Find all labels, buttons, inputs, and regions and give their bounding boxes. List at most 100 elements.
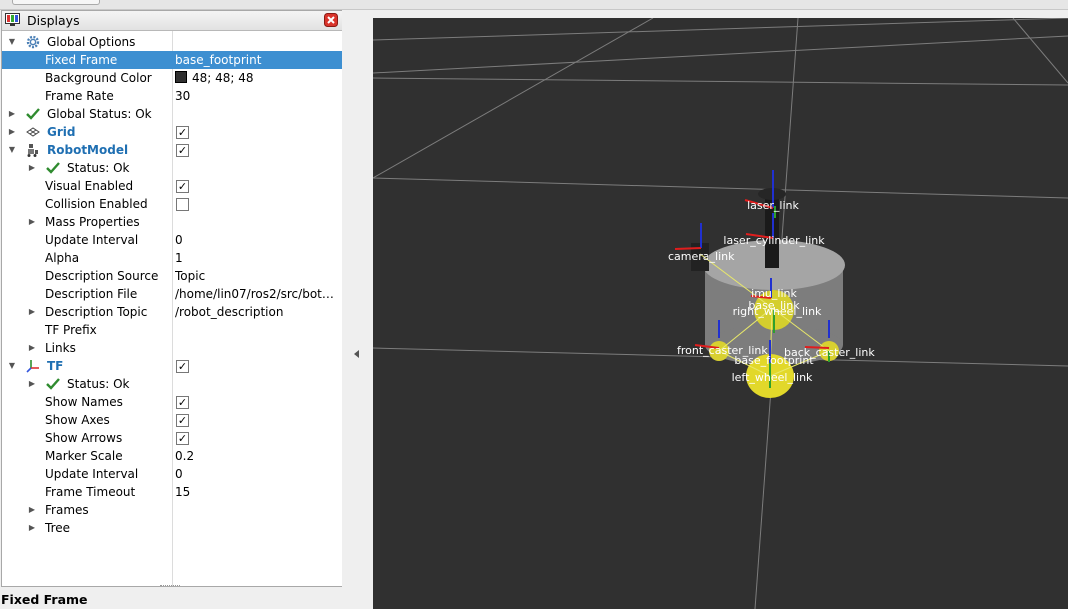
- row-label: Global Options: [47, 35, 136, 49]
- tree-row-tf[interactable]: ▼ TF ✓: [2, 357, 342, 375]
- show-axes-checkbox[interactable]: ✓: [176, 414, 189, 427]
- tree-row-mass-properties[interactable]: ▶ Mass Properties: [2, 213, 342, 231]
- tree-row-fixed-frame[interactable]: Fixed Frame base_footprint: [2, 51, 342, 69]
- row-label: Update Interval: [45, 467, 139, 481]
- row-label: Status: Ok: [67, 161, 130, 175]
- tree-row-frames[interactable]: ▶ Frames: [2, 501, 342, 519]
- viewport-canvas[interactable]: laser_link laser_cylinder_link camera_li…: [373, 18, 1068, 609]
- tree-row-frame-timeout[interactable]: Frame Timeout 15: [2, 483, 342, 501]
- checkmark-icon: [46, 378, 60, 390]
- frame-label-laser: laser_link: [747, 199, 799, 212]
- background-color-value[interactable]: 48; 48; 48: [175, 69, 339, 87]
- row-label: Show Names: [45, 395, 123, 409]
- tree-row-global-status[interactable]: ▶ Global Status: Ok: [2, 105, 342, 123]
- robot-icon: [27, 144, 38, 157]
- frame-label-camera: camera_link: [668, 250, 735, 263]
- robot-body: [691, 188, 845, 365]
- tree-row-marker-scale[interactable]: Marker Scale 0.2: [2, 447, 342, 465]
- row-label: Fixed Frame: [45, 53, 118, 67]
- collapsed-arrow-icon[interactable]: ▶: [27, 159, 37, 177]
- frame-label-left-wheel: left_wheel_link: [732, 371, 813, 384]
- panel-resize-grip[interactable]: [160, 585, 180, 589]
- fixed-frame-value[interactable]: base_footprint: [175, 51, 339, 69]
- tree-row-frame-rate[interactable]: Frame Rate 30: [2, 87, 342, 105]
- collapsed-arrow-icon[interactable]: ▶: [27, 501, 37, 519]
- tree-row-alpha[interactable]: Alpha 1: [2, 249, 342, 267]
- checkmark-icon: [26, 108, 40, 120]
- color-text: 48; 48; 48: [192, 71, 254, 85]
- tree-row-visual-enabled[interactable]: Visual Enabled ✓: [2, 177, 342, 195]
- tree-row-description-source[interactable]: Description Source Topic: [2, 267, 342, 285]
- row-label: Global Status: Ok: [47, 107, 152, 121]
- tree-row-show-axes[interactable]: Show Axes ✓: [2, 411, 342, 429]
- tree-row-update-interval[interactable]: Update Interval 0: [2, 231, 342, 249]
- show-names-checkbox[interactable]: ✓: [176, 396, 189, 409]
- top-toolbar-strip: [0, 0, 1068, 10]
- tree-row-robot-model[interactable]: ▼ RobotModel ✓: [2, 141, 342, 159]
- row-label: Frames: [45, 503, 89, 517]
- collapsed-arrow-icon[interactable]: ▶: [27, 213, 37, 231]
- update-interval-value[interactable]: 0: [175, 231, 339, 249]
- marker-scale-value[interactable]: 0.2: [175, 447, 339, 465]
- row-label: Update Interval: [45, 233, 139, 247]
- tree-row-description-file[interactable]: Description File /home/lin07/ros2/src/bo…: [2, 285, 342, 303]
- expanded-arrow-icon[interactable]: ▼: [7, 357, 17, 375]
- tf-update-interval-value[interactable]: 0: [175, 465, 339, 483]
- tree-row-background-color[interactable]: Background Color 48; 48; 48: [2, 69, 342, 87]
- monitor-icon: [5, 13, 20, 26]
- 3d-viewport[interactable]: laser_link laser_cylinder_link camera_li…: [373, 18, 1068, 609]
- displays-panel: Displays ▼ Global Options Fixed Frame ba…: [1, 10, 343, 587]
- displays-titlebar: Displays: [2, 11, 342, 31]
- collapsed-arrow-icon[interactable]: ▶: [27, 519, 37, 537]
- row-label: Status: Ok: [67, 377, 130, 391]
- tree-row-show-arrows[interactable]: Show Arrows ✓: [2, 429, 342, 447]
- collapsed-arrow-icon[interactable]: ▶: [27, 375, 37, 393]
- grid-enabled-checkbox[interactable]: ✓: [176, 126, 189, 139]
- tree-row-links[interactable]: ▶ Links: [2, 339, 342, 357]
- tree-row-show-names[interactable]: Show Names ✓: [2, 393, 342, 411]
- row-label: Frame Rate: [45, 89, 114, 103]
- collapsed-arrow-icon[interactable]: ▶: [7, 105, 17, 123]
- tree-row-tree[interactable]: ▶ Tree: [2, 519, 342, 537]
- panel-splitter[interactable]: [342, 10, 372, 609]
- robot-model-enabled-checkbox[interactable]: ✓: [176, 144, 189, 157]
- tree-row-description-topic[interactable]: ▶ Description Topic /robot_description: [2, 303, 342, 321]
- collision-enabled-checkbox[interactable]: [176, 198, 189, 211]
- tree-row-global-options[interactable]: ▼ Global Options: [2, 33, 342, 51]
- collapsed-arrow-icon[interactable]: ▶: [27, 339, 37, 357]
- description-topic-value[interactable]: /robot_description: [175, 303, 339, 321]
- tree-row-tf-update-interval[interactable]: Update Interval 0: [2, 465, 342, 483]
- row-label: Links: [45, 341, 76, 355]
- alpha-value[interactable]: 1: [175, 249, 339, 267]
- expanded-arrow-icon[interactable]: ▼: [7, 141, 17, 159]
- grid-icon: [26, 127, 40, 137]
- description-source-value[interactable]: Topic: [175, 267, 339, 285]
- description-file-value[interactable]: /home/lin07/ros2/src/bot…: [175, 285, 339, 303]
- collapse-left-arrow-icon[interactable]: [354, 350, 359, 358]
- row-label: Description File: [45, 287, 138, 301]
- close-icon[interactable]: [324, 13, 338, 27]
- frame-timeout-value[interactable]: 15: [175, 483, 339, 501]
- row-label: Collision Enabled: [45, 197, 148, 211]
- frame-label-laser-cylinder: laser_cylinder_link: [723, 234, 825, 247]
- collapsed-arrow-icon[interactable]: ▶: [27, 303, 37, 321]
- toolbar-tab[interactable]: [12, 0, 100, 5]
- row-label: Background Color: [45, 71, 152, 85]
- color-swatch[interactable]: [175, 71, 187, 83]
- row-label: Tree: [45, 521, 71, 535]
- row-label: Visual Enabled: [45, 179, 134, 193]
- show-arrows-checkbox[interactable]: ✓: [176, 432, 189, 445]
- axes-icon: [26, 360, 39, 373]
- frame-rate-value[interactable]: 30: [175, 87, 339, 105]
- tree-row-tf-prefix[interactable]: TF Prefix: [2, 321, 342, 339]
- tree-row-collision-enabled[interactable]: Collision Enabled: [2, 195, 342, 213]
- row-label: TF: [47, 359, 64, 373]
- collapsed-arrow-icon[interactable]: ▶: [7, 123, 17, 141]
- expanded-arrow-icon[interactable]: ▼: [7, 33, 17, 51]
- visual-enabled-checkbox[interactable]: ✓: [176, 180, 189, 193]
- tree-row-tf-status[interactable]: ▶ Status: Ok: [2, 375, 342, 393]
- tf-enabled-checkbox[interactable]: ✓: [176, 360, 189, 373]
- frame-label-back-caster: back_caster_link: [784, 346, 875, 359]
- tree-row-robot-model-status[interactable]: ▶ Status: Ok: [2, 159, 342, 177]
- tree-row-grid[interactable]: ▶ Grid ✓: [2, 123, 342, 141]
